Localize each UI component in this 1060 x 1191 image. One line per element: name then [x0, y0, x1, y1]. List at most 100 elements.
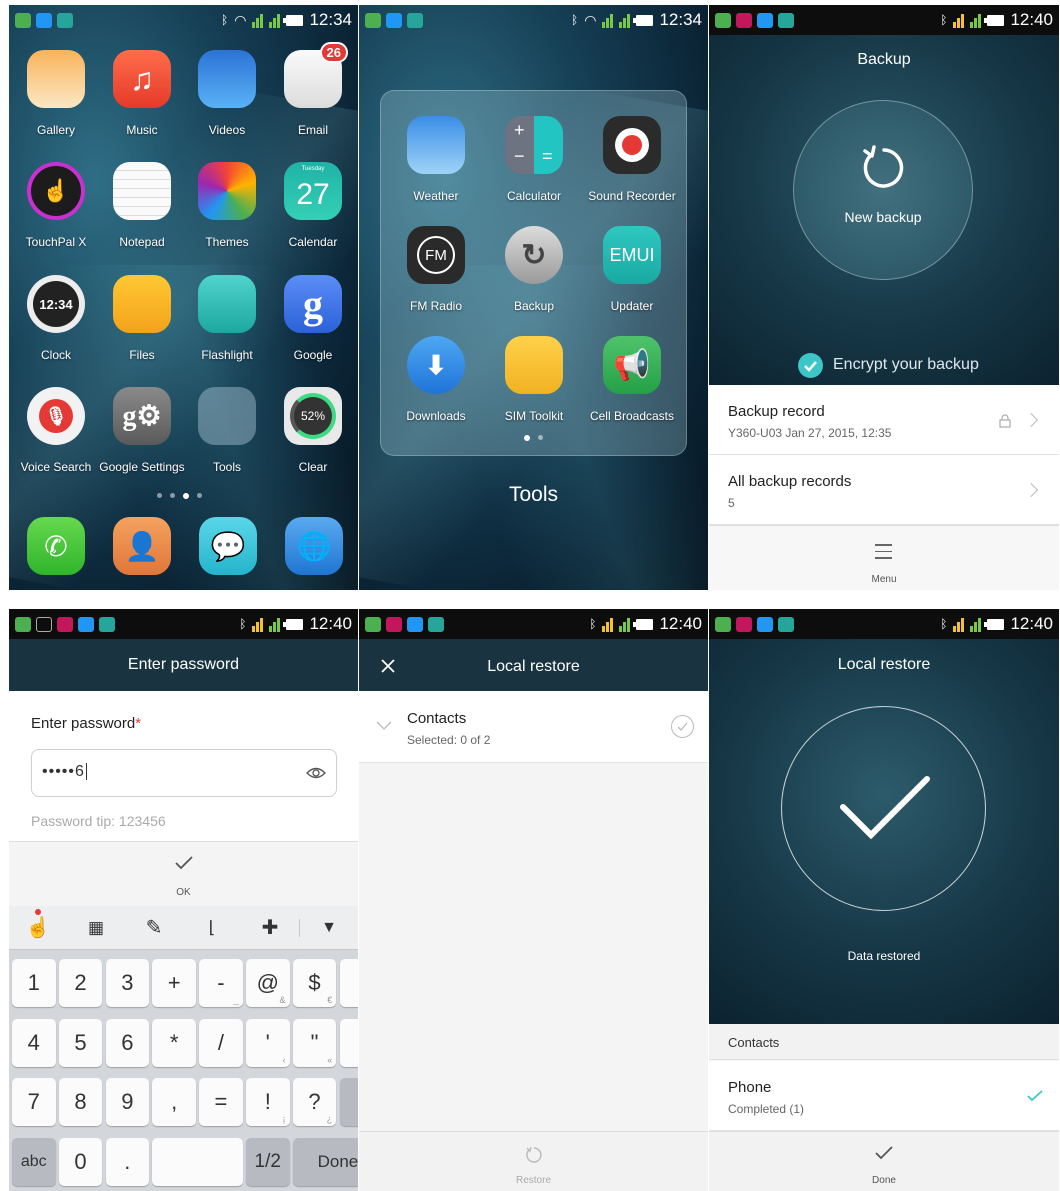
- usb-icon: [78, 616, 94, 632]
- app-touchpal-x[interactable]: ☝ TouchPal X: [13, 162, 99, 249]
- key-14[interactable]: ' ‹: [246, 1019, 290, 1067]
- app-sim-toolkit[interactable]: SIM Toolkit: [485, 336, 583, 423]
- app-downloads[interactable]: ⬇ Downloads: [387, 336, 485, 423]
- folder-title[interactable]: Tools: [359, 483, 708, 507]
- key-23[interactable]: ! ¡: [246, 1078, 290, 1126]
- done-key[interactable]: Done: [292, 1138, 358, 1186]
- flashlight-icon: [198, 275, 256, 333]
- key-20[interactable]: 9: [105, 1078, 150, 1126]
- signal-icon: [602, 12, 614, 28]
- app-sound-recorder[interactable]: Sound Recorder: [583, 116, 681, 203]
- key-2[interactable]: 3: [105, 959, 150, 1007]
- app-cell-broadcasts[interactable]: 📢 Cell Broadcasts: [583, 336, 681, 423]
- app-google-settings[interactable]: g⚙ Google Settings: [99, 387, 185, 474]
- space-key[interactable]: [152, 1138, 243, 1186]
- app-files[interactable]: Files: [99, 275, 185, 362]
- backup-record-row[interactable]: Backup record Y360-U03 Jan 27, 2015, 12:…: [709, 385, 1059, 455]
- clipboard-icon[interactable]: ⌊: [183, 918, 241, 938]
- encrypt-checkbox[interactable]: [798, 353, 823, 378]
- key-22[interactable]: =: [199, 1078, 243, 1126]
- password-input[interactable]: •••••6: [31, 749, 337, 797]
- key-0[interactable]: 1: [12, 959, 56, 1007]
- key-12[interactable]: *: [152, 1019, 196, 1067]
- status-bar: ᛒ 12:40: [709, 5, 1059, 35]
- edit-icon[interactable]: ✎: [125, 915, 183, 940]
- chevron-down-icon[interactable]: [376, 721, 392, 731]
- app-label: Backup: [513, 299, 555, 313]
- all-backup-records-row[interactable]: All backup records 5: [709, 455, 1059, 525]
- ok-button[interactable]: OK: [9, 841, 358, 906]
- touchpal-icon[interactable]: ☝: [9, 909, 67, 940]
- key-15[interactable]: " «: [292, 1019, 337, 1067]
- app-weather[interactable]: Weather: [387, 116, 485, 203]
- backspace-key[interactable]: ⌫: [339, 1078, 358, 1126]
- eye-icon[interactable]: [305, 766, 327, 780]
- collapse-icon[interactable]: ▼: [299, 918, 358, 937]
- messaging-icon[interactable]: 💬: [199, 517, 257, 575]
- app-label: Downloads: [406, 409, 466, 423]
- bluetooth-icon: ᛒ: [589, 617, 597, 631]
- screen-title: Local restore: [487, 658, 580, 675]
- key-3[interactable]: +: [152, 959, 196, 1007]
- key-13[interactable]: /: [199, 1019, 243, 1067]
- phone-icon[interactable]: ✆: [27, 517, 85, 575]
- clear-icon: 52%: [284, 387, 342, 445]
- chevron-right-icon: [1023, 412, 1039, 428]
- app-label: Clear: [298, 460, 328, 474]
- new-backup-button[interactable]: New backup: [793, 100, 973, 280]
- key-7[interactable]: (<: [339, 959, 358, 1007]
- contacts-icon[interactable]: 👤: [113, 517, 171, 575]
- app-clear[interactable]: 52% Clear: [270, 387, 356, 474]
- key-6[interactable]: $ €: [292, 959, 337, 1007]
- browser-icon[interactable]: 🌐: [285, 517, 343, 575]
- key-9[interactable]: 4: [12, 1019, 56, 1067]
- key-10[interactable]: 5: [58, 1019, 103, 1067]
- app-themes[interactable]: Themes: [184, 162, 270, 249]
- dot-key[interactable]: .: [105, 1138, 150, 1186]
- app-videos[interactable]: Videos: [184, 50, 270, 137]
- app-calculator[interactable]: + − = Calculator: [485, 116, 583, 203]
- menu-bar[interactable]: Menu: [709, 525, 1059, 590]
- page-key[interactable]: 1/2: [246, 1138, 290, 1186]
- key-19[interactable]: 8: [58, 1078, 103, 1126]
- app-notepad[interactable]: Notepad: [99, 162, 185, 249]
- app-calendar[interactable]: Tuesday 27 Calendar: [270, 162, 356, 249]
- app-clock[interactable]: 12:34 Clock: [13, 275, 99, 362]
- app-tools[interactable]: Tools: [184, 387, 270, 474]
- battery-icon: [633, 618, 654, 630]
- abc-key[interactable]: abc: [12, 1138, 56, 1186]
- restore-button[interactable]: Restore: [359, 1131, 708, 1191]
- plugin-icon[interactable]: ✚: [241, 915, 299, 940]
- signal-2-icon: [619, 12, 631, 28]
- select-checkbox[interactable]: [671, 715, 694, 738]
- key-4[interactable]: - _: [199, 959, 243, 1007]
- app-fm-radio[interactable]: FM FM Radio: [387, 226, 485, 313]
- app-google[interactable]: g Google: [270, 275, 356, 362]
- key-11[interactable]: 6: [105, 1019, 150, 1067]
- key-alt-label: _: [233, 995, 239, 1005]
- key-0[interactable]: 0: [58, 1138, 103, 1186]
- title-bar: Local restore: [359, 639, 708, 691]
- key-5[interactable]: @ &: [246, 959, 290, 1007]
- app-gallery[interactable]: Gallery: [13, 50, 99, 137]
- app-flashlight[interactable]: Flashlight: [184, 275, 270, 362]
- clock-text: 12:40: [1010, 614, 1053, 633]
- key-24[interactable]: ? ¿: [292, 1078, 337, 1126]
- updater-icon: EMUI: [603, 226, 661, 284]
- fm-radio-icon: FM: [407, 226, 465, 284]
- app-voice-search[interactable]: 🎙 Voice Search: [13, 387, 99, 474]
- signal-2-icon: [970, 616, 982, 632]
- key-18[interactable]: 7: [12, 1078, 56, 1126]
- downloads-icon: ⬇: [407, 336, 465, 394]
- app-music[interactable]: ♫ Music: [99, 50, 185, 137]
- key-1[interactable]: 2: [58, 959, 103, 1007]
- key-21[interactable]: ,: [152, 1078, 196, 1126]
- contacts-row[interactable]: Contacts Selected: 0 of 2: [359, 691, 708, 763]
- app-updater[interactable]: EMUI Updater: [583, 226, 681, 313]
- app-backup[interactable]: ↻ Backup: [485, 226, 583, 313]
- done-button[interactable]: Done: [709, 1131, 1059, 1191]
- tools-folder-screen: ᛒ ◠ 12:34 Weather + − = Calculator Sound Reco…: [359, 5, 708, 590]
- key-16[interactable]: :;: [339, 1019, 358, 1067]
- layout-icon[interactable]: ▦: [67, 918, 125, 938]
- app-email[interactable]: 26 Email: [270, 42, 356, 137]
